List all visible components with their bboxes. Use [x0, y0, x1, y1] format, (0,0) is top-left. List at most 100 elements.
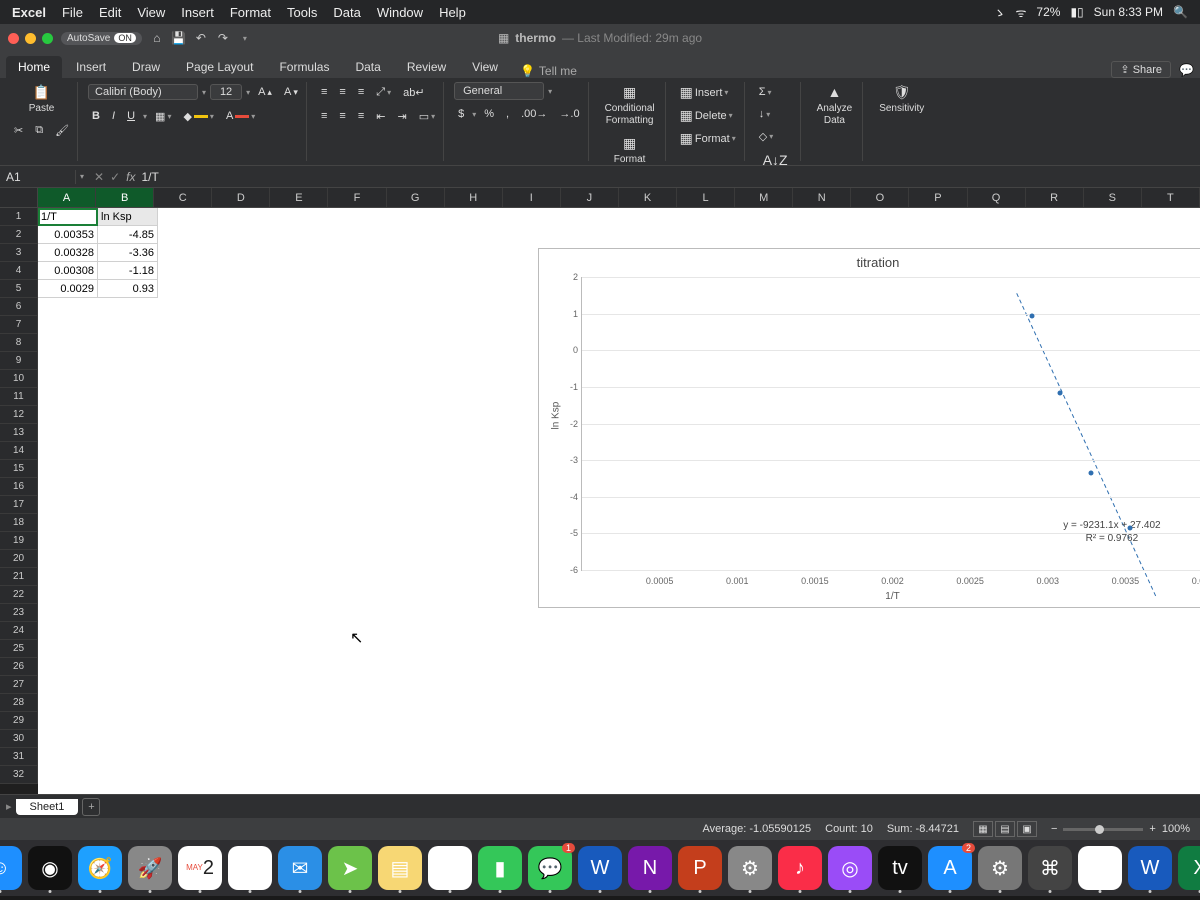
tab-view[interactable]: View — [460, 56, 510, 78]
cancel-icon[interactable]: ✕ — [94, 170, 104, 184]
chevron-down-icon[interactable]: ▾ — [202, 88, 206, 97]
col-header-C[interactable]: C — [154, 188, 212, 207]
col-header-T[interactable]: T — [1142, 188, 1200, 207]
format-as-table-button[interactable]: ▦Format as Table — [599, 133, 661, 166]
dock-app-appstore[interactable]: A2 — [928, 846, 972, 890]
dock-app-podcasts[interactable]: ◎ — [828, 846, 872, 890]
align-right-icon[interactable]: ≡ — [354, 106, 368, 126]
dock-app-launchpad[interactable]: 🚀 — [128, 846, 172, 890]
tab-data[interactable]: Data — [343, 56, 392, 78]
wrap-text-icon[interactable]: ab↵ — [399, 82, 428, 102]
sensitivity-button[interactable]: 🛡Sensitivity — [873, 82, 930, 117]
row-header[interactable]: 29 — [0, 712, 38, 730]
tab-pagelayout[interactable]: Page Layout — [174, 56, 265, 78]
col-header-E[interactable]: E — [270, 188, 328, 207]
row-header[interactable]: 22 — [0, 586, 38, 604]
dock-app-settings[interactable]: ⚙ — [728, 846, 772, 890]
row-header[interactable]: 30 — [0, 730, 38, 748]
row-header[interactable]: 5 — [0, 280, 38, 298]
col-header-A[interactable]: A — [38, 188, 96, 207]
dock-app-appletv[interactable]: tv — [878, 846, 922, 890]
menu-view[interactable]: View — [137, 5, 165, 20]
zoom-in-icon[interactable]: + — [1149, 823, 1155, 835]
conditional-formatting-button[interactable]: ▦Conditional Formatting — [599, 82, 661, 129]
autosum-button[interactable]: Σ▾ — [755, 82, 776, 102]
col-header-D[interactable]: D — [212, 188, 270, 207]
align-middle-icon[interactable]: ≡ — [335, 82, 349, 102]
app-menu[interactable]: Excel — [12, 5, 46, 20]
menu-help[interactable]: Help — [439, 5, 466, 20]
row-header[interactable]: 7 — [0, 316, 38, 334]
chart-point[interactable] — [1128, 525, 1133, 530]
row-header[interactable]: 26 — [0, 658, 38, 676]
menu-edit[interactable]: Edit — [99, 5, 121, 20]
row-header[interactable]: 24 — [0, 622, 38, 640]
row-header[interactable]: 28 — [0, 694, 38, 712]
dock-app-notes[interactable]: ▤ — [378, 846, 422, 890]
comments-icon[interactable]: 💬 — [1179, 63, 1194, 77]
menu-data[interactable]: Data — [333, 5, 360, 20]
row-header[interactable]: 14 — [0, 442, 38, 460]
align-bottom-icon[interactable]: ≡ — [354, 82, 368, 102]
search-icon[interactable]: 🔍 — [1173, 5, 1188, 19]
view-buttons[interactable]: ▦ ▤ ▣ — [973, 821, 1037, 837]
decrease-decimal-icon[interactable]: →.0 — [555, 104, 583, 124]
row-header[interactable]: 21 — [0, 568, 38, 586]
currency-button[interactable]: $ — [454, 104, 468, 124]
row-header[interactable]: 13 — [0, 424, 38, 442]
orientation-icon[interactable]: ⤢▾ — [372, 82, 395, 102]
zoom-out-icon[interactable]: − — [1051, 823, 1057, 835]
italic-button[interactable]: I — [108, 106, 119, 126]
sheet-nav-icon[interactable]: ▸ — [6, 800, 12, 813]
col-header-P[interactable]: P — [909, 188, 967, 207]
col-header-F[interactable]: F — [328, 188, 386, 207]
align-left-icon[interactable]: ≡ — [317, 106, 331, 126]
col-header-M[interactable]: M — [735, 188, 793, 207]
decrease-font-icon[interactable]: A▾ — [280, 82, 302, 102]
row-header[interactable]: 8 — [0, 334, 38, 352]
redo-icon[interactable]: ↷ — [216, 31, 230, 45]
tell-me[interactable]: 💡 Tell me — [520, 64, 577, 78]
clear-button[interactable]: ◇▾ — [755, 126, 777, 146]
comma-button[interactable]: , — [502, 104, 513, 124]
dock-app-music[interactable]: ♪ — [778, 846, 822, 890]
wifi-icon[interactable]: ᯤ — [1015, 4, 1026, 21]
col-header-Q[interactable]: Q — [968, 188, 1026, 207]
tab-home[interactable]: Home — [6, 56, 62, 78]
cell[interactable]: -3.36 — [98, 244, 158, 262]
sheet-tab[interactable]: Sheet1 — [16, 799, 79, 815]
row-header[interactable]: 17 — [0, 496, 38, 514]
row-header[interactable]: 3 — [0, 244, 38, 262]
cells-area[interactable]: 1/Tln Ksp0.00353-4.850.00328-3.360.00308… — [38, 208, 1200, 794]
copy-icon[interactable]: ⧉ — [31, 121, 47, 141]
pagebreak-view-icon[interactable]: ▣ — [1017, 821, 1037, 837]
analyze-data-button[interactable]: ▲Analyze Data — [811, 82, 859, 129]
tab-formulas[interactable]: Formulas — [267, 56, 341, 78]
font-size-select[interactable]: 12 — [210, 84, 242, 100]
home-icon[interactable]: ⌂ — [150, 31, 164, 45]
row-header[interactable]: 12 — [0, 406, 38, 424]
align-top-icon[interactable]: ≡ — [317, 82, 331, 102]
format-painter-icon[interactable]: 🖌 — [51, 121, 73, 141]
dock-app-maps[interactable]: ➤ — [328, 846, 372, 890]
menu-file[interactable]: File — [62, 5, 83, 20]
paste-button[interactable]: 📋 Paste — [10, 82, 73, 117]
row-header[interactable]: 20 — [0, 550, 38, 568]
dock-app-messages[interactable]: 💬1 — [528, 846, 572, 890]
add-sheet-button[interactable]: + — [82, 798, 100, 816]
menu-insert[interactable]: Insert — [181, 5, 214, 20]
column-headers[interactable]: ABCDEFGHIJKLMNOPQRST — [38, 188, 1200, 208]
row-header[interactable]: 15 — [0, 460, 38, 478]
cell[interactable]: -1.18 — [98, 262, 158, 280]
undo-icon[interactable]: ↶ — [194, 31, 208, 45]
zoom-slider[interactable] — [1063, 828, 1143, 831]
save-icon[interactable]: 💾 — [172, 31, 186, 45]
col-header-I[interactable]: I — [503, 188, 561, 207]
pagelayout-view-icon[interactable]: ▤ — [995, 821, 1015, 837]
close-icon[interactable] — [8, 33, 19, 44]
document-title[interactable]: ▦ thermo — Last Modified: 29m ago — [498, 31, 702, 45]
dock-app-safari[interactable]: 🧭 — [78, 846, 122, 890]
increase-decimal-icon[interactable]: .00→ — [517, 104, 551, 124]
col-header-J[interactable]: J — [561, 188, 619, 207]
row-header[interactable]: 11 — [0, 388, 38, 406]
